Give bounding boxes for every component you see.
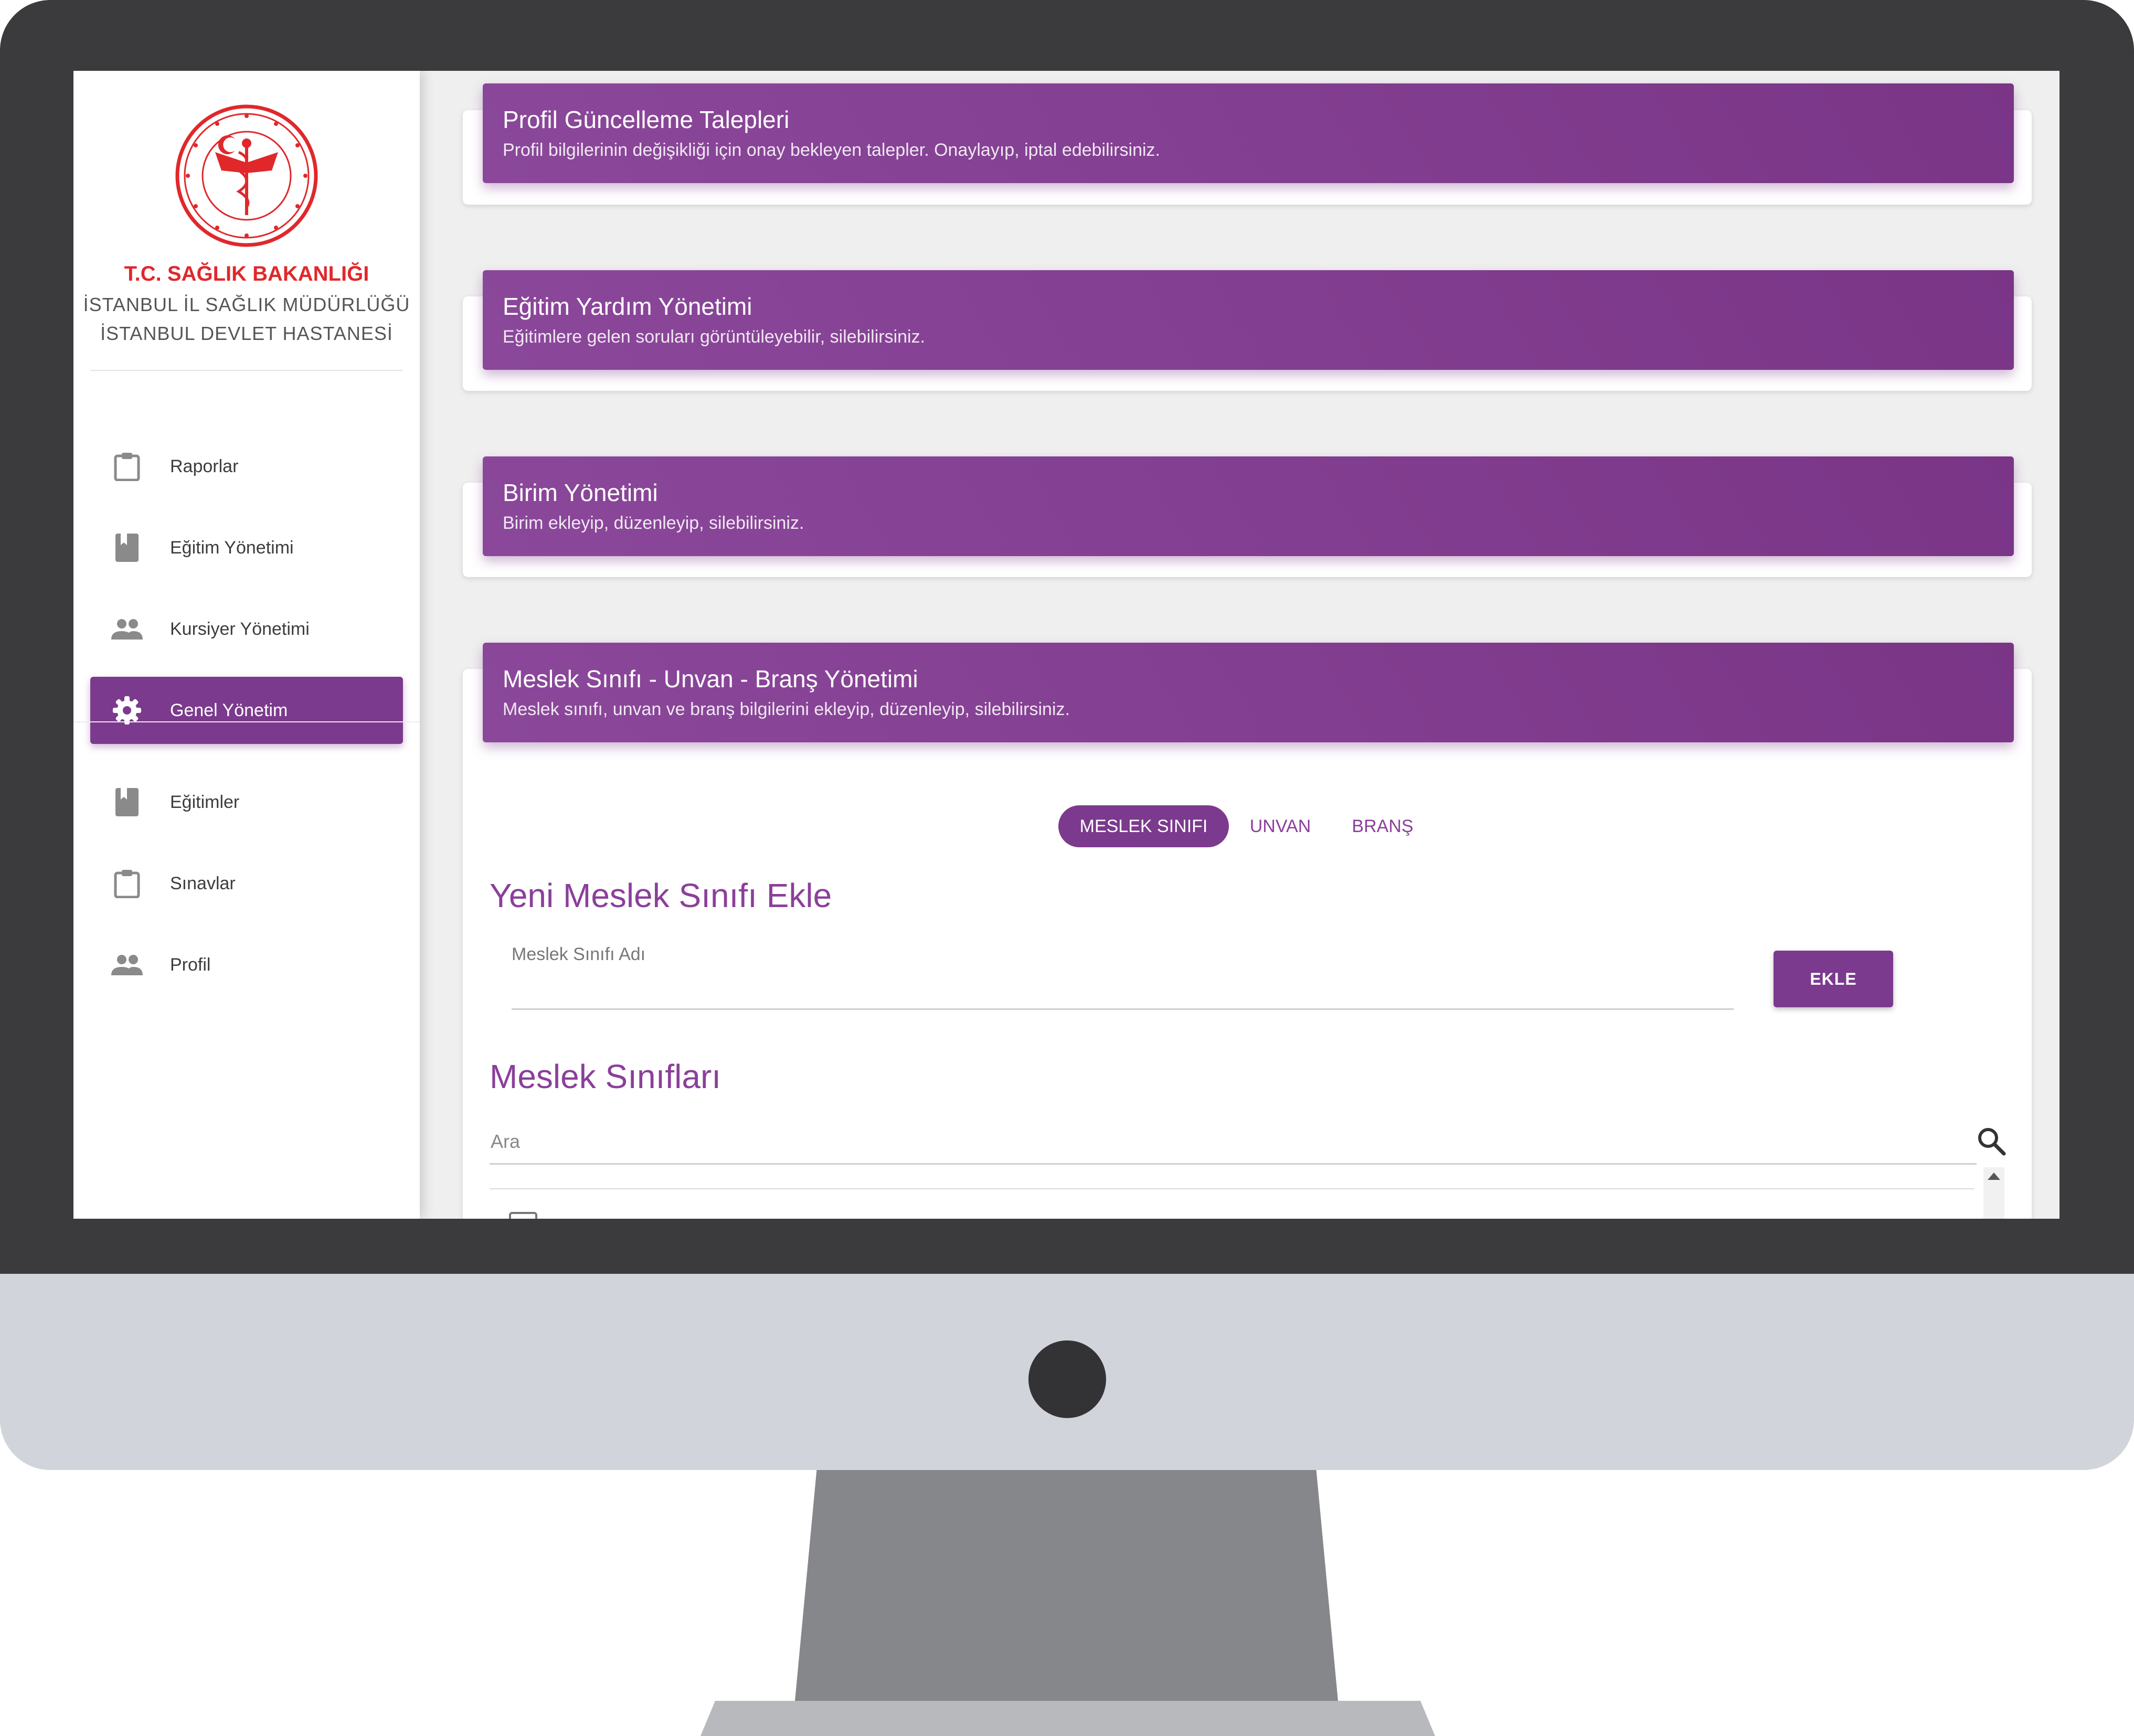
table-scrollbar[interactable] [1983,1167,2004,1219]
card-subtitle: Birim ekleyip, düzenleyip, silebilirsini… [503,513,804,533]
sidebar-item-genel-yonetim[interactable]: Genel Yönetim [90,677,403,744]
monitor-foot [700,1701,1435,1736]
monitor-logo-dot [1028,1340,1106,1418]
card-header-profil-guncelleme[interactable]: Profil Güncelleme Talepleri Profil bilgi… [483,83,2014,183]
sidebar-item-kursiyer-yonetimi[interactable]: Kursiyer Yönetimi [90,595,403,663]
org-name: T.C. SAĞLIK BAKANLIĞI [124,262,369,285]
card-title: Eğitim Yardım Yönetimi [503,293,752,320]
tab-bar: MESLEK SINIFI UNVAN BRANŞ [420,805,2059,853]
org-sub2: İSTANBUL DEVLET HASTANESİ [100,323,393,344]
sidebar-item-raporlar[interactable]: Raporlar [90,433,403,500]
tab-brans[interactable]: BRANŞ [1343,805,1422,847]
sidebar-item-label: Eğitim Yönetimi [170,537,294,558]
card-header-meslek-unvan-brans[interactable]: Meslek Sınıfı - Unvan - Branş Yönetimi M… [483,643,2014,742]
sidebar-item-egitimler[interactable]: Eğitimler [90,769,403,836]
people-icon [111,613,143,645]
sidebar-item-label: Sınavlar [170,873,236,893]
search-input[interactable] [490,1120,1977,1165]
tab-unvan[interactable]: UNVAN [1241,805,1320,847]
card-subtitle: Profil bilgilerinin değişikliği için ona… [503,140,1160,160]
sidebar-item-label: Eğitimler [170,792,240,812]
sidebar-item-label: Genel Yönetim [170,700,288,720]
search-icon[interactable] [1976,1125,2007,1157]
card-subtitle: Meslek sınıfı, unvan ve branş bilgilerin… [503,699,1070,719]
org-sub1: İSTANBUL İL SAĞLIK MÜDÜRLÜĞÜ [83,294,410,315]
table-header-divider [490,1188,1974,1189]
card-header-egitim-yardim[interactable]: Eğitim Yardım Yönetimi Eğitimlere gelen … [483,270,2014,370]
sidebar-item-egitim-yonetimi[interactable]: Eğitim Yönetimi [90,514,403,581]
clipboard-icon [111,451,143,482]
ministry-of-health-seal-icon [175,104,318,247]
sidebar-item-label: Profil [170,954,211,975]
sidebar-divider [73,721,420,722]
card-title: Profil Güncelleme Talepleri [503,106,790,133]
card-title: Birim Yönetimi [503,479,658,506]
sidebar-item-label: Kursiyer Yönetimi [170,619,310,639]
sidebar-divider [90,370,403,371]
sidebar-item-sinavlar[interactable]: Sınavlar [90,850,403,917]
monitor-stand [795,1470,1338,1701]
tab-meslek-sinifi[interactable]: MESLEK SINIFI [1058,805,1229,847]
clipboard-icon [111,868,143,899]
sidebar-item-profil[interactable]: Profil [90,931,403,998]
list-title: Meslek Sınıfları [490,1058,721,1095]
screen: T.C. SAĞLIK BAKANLIĞI İSTANBUL İL SAĞLIK… [73,71,2059,1219]
card-header-birim-yonetimi[interactable]: Birim Yönetimi Birim ekleyip, düzenleyip… [483,456,2014,556]
book-icon [111,532,143,563]
card-subtitle: Eğitimlere gelen soruları görüntüleyebil… [503,327,926,347]
sidebar-item-label: Raporlar [170,456,239,476]
add-button[interactable]: EKLE [1774,951,1893,1007]
sidebar: T.C. SAĞLIK BAKANLIĞI İSTANBUL İL SAĞLIK… [73,71,420,1219]
card-title: Meslek Sınıfı - Unvan - Branş Yönetimi [503,665,918,693]
people-icon [111,949,143,981]
select-all-checkbox[interactable] [509,1212,537,1219]
book-icon [111,786,143,818]
field-label: Meslek Sınıfı Adı [512,944,646,964]
meslek-sinifi-input[interactable] [512,971,1734,1010]
scroll-up-arrow-icon[interactable] [1988,1173,2000,1180]
form-title: Yeni Meslek Sınıfı Ekle [490,877,832,914]
main-content: Profil Güncelleme Talepleri Profil bilgi… [420,71,2059,1219]
